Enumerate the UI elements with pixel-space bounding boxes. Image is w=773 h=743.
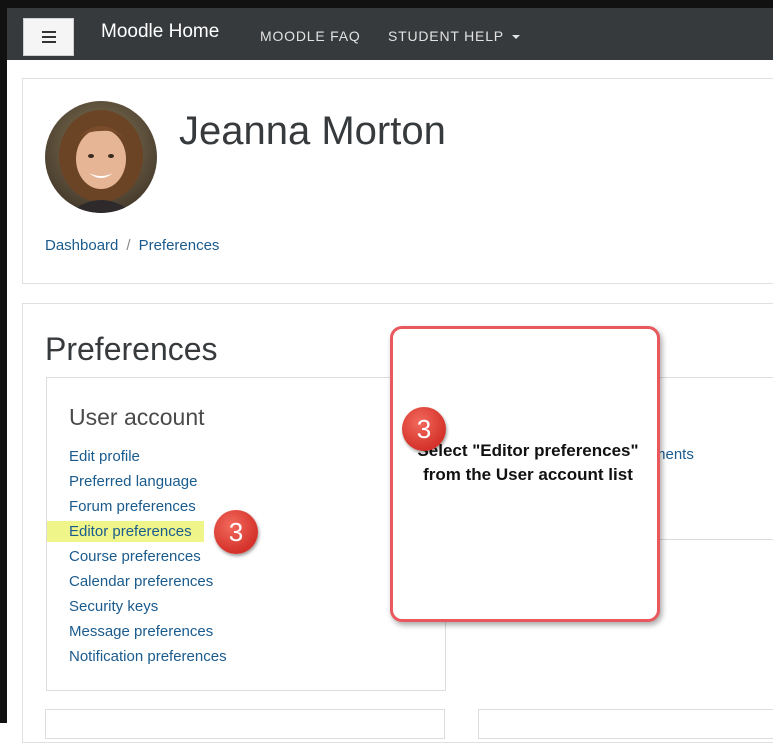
breadcrumb-separator: / [126,237,131,254]
link-security-keys[interactable]: Security keys [69,597,227,622]
link-edit-profile[interactable]: Edit profile [69,447,227,472]
nav-moodle-faq[interactable]: MOODLE FAQ [260,28,361,44]
step-number-badge: 3 [402,407,446,451]
window-frame-top [0,0,773,8]
page-header: Jeanna Morton Dashboard / Preferences [22,78,773,284]
nav-student-help[interactable]: STUDENT HELP [388,28,520,44]
avatar[interactable] [45,101,157,213]
bottom-card-right [478,709,773,739]
step-number-badge-item: 3 [214,510,258,554]
page-title: Preferences [45,331,218,367]
breadcrumb: Dashboard / Preferences [45,237,219,254]
window-frame-left [0,0,7,723]
user-account-heading: User account [69,404,205,430]
instruction-callout: Select "Editor preferences" from the Use… [390,326,660,622]
callout-text: Select "Editor preferences" from the Use… [417,441,639,484]
navbar: Moodle Home MOODLE FAQ STUDENT HELP [7,8,773,60]
user-full-name: Jeanna Morton [179,109,446,153]
link-preferred-language[interactable]: Preferred language [69,472,227,497]
nav-student-help-label: STUDENT HELP [388,28,504,44]
user-account-list: Edit profile Preferred language Forum pr… [47,447,227,672]
menu-toggle-button[interactable] [23,18,74,56]
highlight-editor-preferences: Editor preferences [47,521,204,542]
avatar-photo [45,101,157,213]
link-notification-preferences[interactable]: Notification preferences [69,647,227,672]
link-course-preferences[interactable]: Course preferences [69,547,227,572]
link-message-preferences[interactable]: Message preferences [69,622,227,647]
breadcrumb-dashboard[interactable]: Dashboard [45,237,118,254]
link-editor-preferences[interactable]: Editor preferences [47,521,227,547]
brand-link[interactable]: Moodle Home [101,21,219,43]
link-forum-preferences[interactable]: Forum preferences [69,497,227,522]
breadcrumb-preferences[interactable]: Preferences [139,237,220,254]
hamburger-icon [41,31,56,43]
bottom-card-left [45,709,445,739]
link-calendar-preferences[interactable]: Calendar preferences [69,572,227,597]
caret-down-icon [511,35,520,40]
